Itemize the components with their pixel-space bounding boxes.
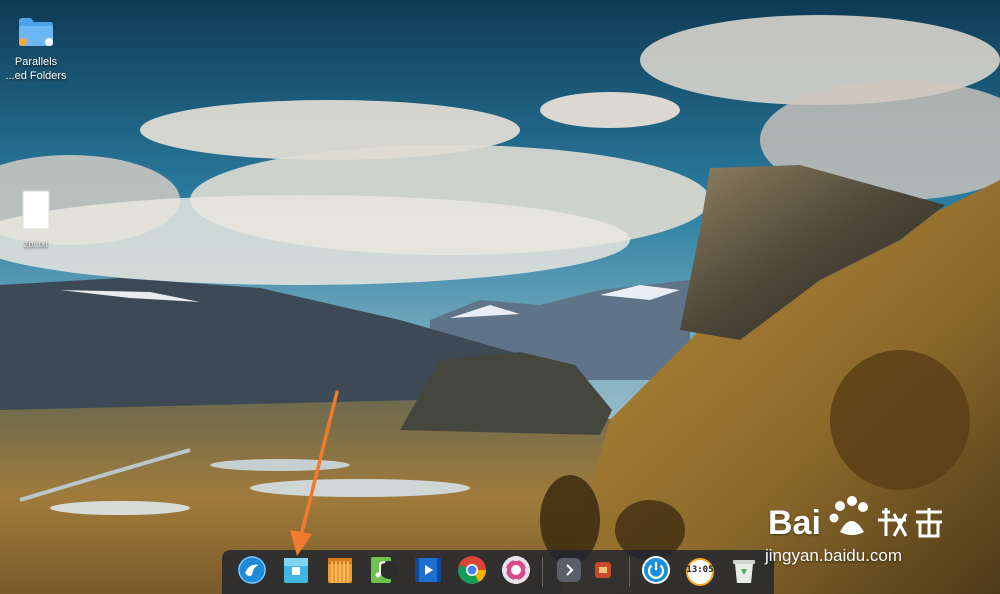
clock-time: 13:05: [686, 565, 714, 575]
settings-gear-icon: [501, 555, 531, 589]
clock-icon: 13:05: [685, 557, 715, 587]
dock-separator: [629, 557, 630, 587]
deepin-launcher-icon: [237, 555, 267, 589]
dock-launcher[interactable]: [234, 552, 270, 592]
dock-movie-player[interactable]: [410, 552, 446, 592]
watermark-url: jingyan.baidu.com: [765, 546, 903, 565]
desktop-icon-text-file[interactable]: zbt.txt: [0, 190, 76, 251]
dock-power[interactable]: [638, 552, 674, 592]
desktop-icon-label: zbt.txt: [23, 239, 48, 249]
dock-settings[interactable]: [498, 552, 534, 592]
desktop-icon-label: Parallels ...ed Folders: [5, 56, 67, 82]
movie-player-icon: [413, 555, 443, 589]
desktop-icon-shared-folders[interactable]: Parallels ...ed Folders: [0, 16, 76, 83]
dock-app-store[interactable]: [322, 552, 358, 592]
text-file-icon: [0, 190, 76, 233]
watermark-cn-icon: [876, 506, 946, 544]
dock-music-player[interactable]: [366, 552, 402, 592]
baidu-watermark: Bai jingyan.baidu.com: [760, 484, 960, 574]
music-player-icon: [369, 555, 399, 589]
dock: 13:05: [222, 550, 774, 594]
dock-chrome[interactable]: [454, 552, 490, 592]
dock-show-more[interactable]: [551, 552, 587, 592]
dock-separator: [542, 557, 544, 587]
file-manager-icon: [282, 555, 310, 589]
dock-clock[interactable]: 13:05: [682, 552, 718, 592]
tray-app-icon: [594, 561, 612, 583]
power-icon: [641, 555, 671, 589]
app-store-icon: [326, 555, 354, 589]
chrome-icon: [457, 555, 487, 589]
watermark-brand: Bai: [768, 504, 821, 542]
dock-file-manager[interactable]: [278, 552, 314, 592]
trash-icon: [730, 555, 758, 589]
shared-folder-icon: [0, 16, 76, 51]
baidu-paw-icon: [826, 492, 876, 546]
dock-trash[interactable]: [726, 552, 762, 592]
dock-tray-app[interactable]: [585, 552, 621, 592]
chevron-right-icon: [556, 557, 582, 587]
